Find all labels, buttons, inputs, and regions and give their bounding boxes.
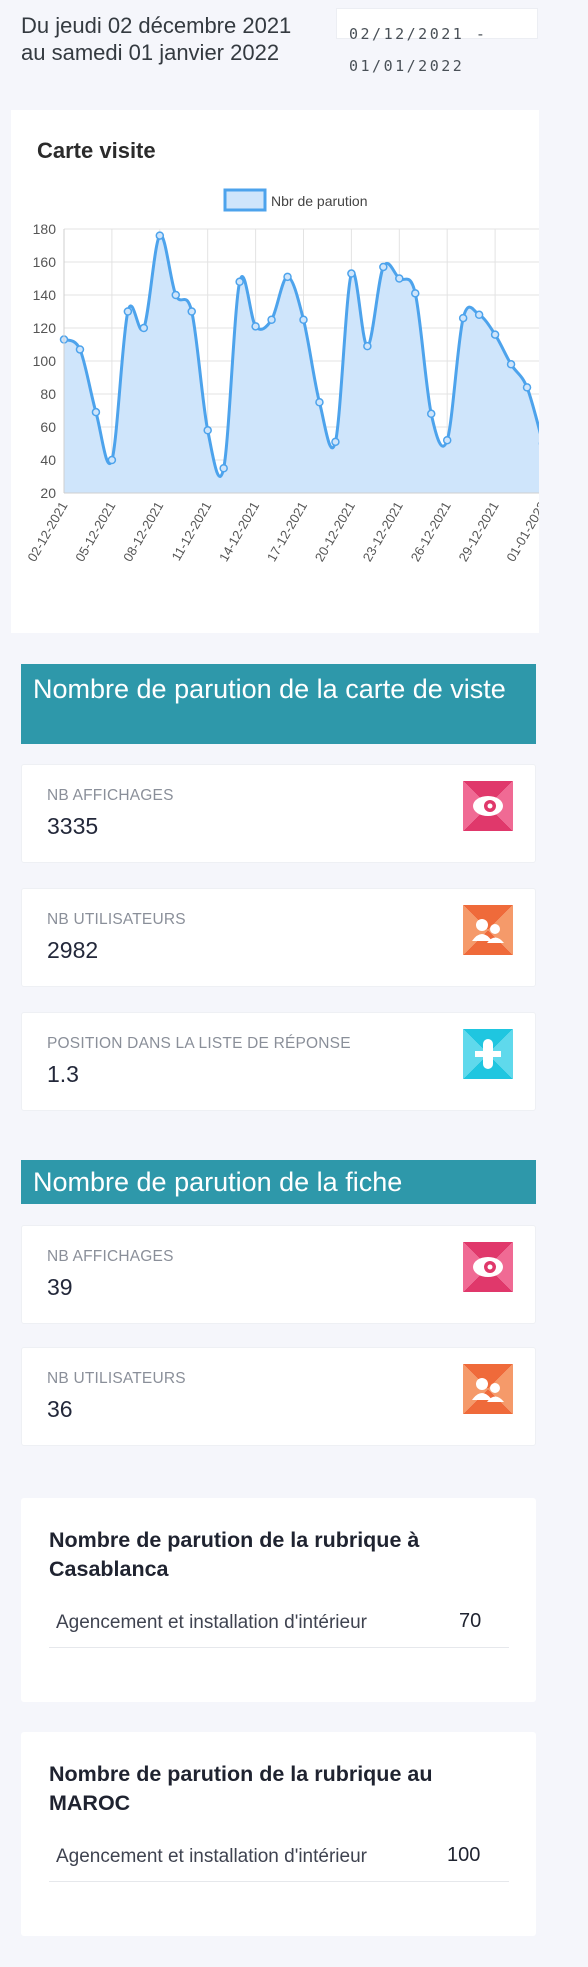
rubrique-value: 100 (447, 1844, 481, 1866)
y-tick-label: 80 (40, 386, 56, 402)
stat-label: NB AFFICHAGES (47, 787, 174, 804)
x-tick-label: 14-12-2021 (216, 499, 262, 564)
x-tick-label: 17-12-2021 (264, 499, 310, 564)
x-tick-label: 20-12-2021 (312, 499, 358, 564)
section-title-fiche: Nombre de parution de la fiche (21, 1160, 536, 1204)
section-title-carte: Nombre de parution de la carte de viste (21, 664, 536, 744)
data-point (395, 274, 404, 283)
stat-label: NB UTILISATEURS (47, 1370, 186, 1387)
stat-label: NB AFFICHAGES (47, 1248, 174, 1265)
date-range-picker[interactable]: 02/12/2021 - 01/01/2022 (336, 8, 538, 75)
page-header: Du jeudi 02 décembre 2021 au samedi 01 j… (0, 0, 588, 104)
data-point (474, 310, 484, 320)
date-range-start: 02/12/2021 - (349, 25, 488, 43)
y-tick-label: 100 (33, 353, 57, 369)
data-point (283, 272, 292, 282)
data-point (123, 307, 133, 316)
data-point (363, 341, 372, 351)
x-tick-label: 26-12-2021 (408, 499, 454, 564)
data-point (203, 426, 212, 435)
x-tick-label: 08-12-2021 (120, 499, 166, 564)
stat-card-carte-affichages: NB AFFICHAGES 3335 (21, 764, 536, 863)
x-tick-label: 11-12-2021 (169, 499, 215, 563)
y-tick-label: 180 (33, 221, 57, 237)
x-tick-label: 23-12-2021 (360, 499, 406, 564)
users-icon (463, 1364, 513, 1414)
data-point (458, 313, 468, 323)
data-point (426, 409, 436, 419)
stat-value: 39 (47, 1274, 73, 1300)
data-point (187, 307, 196, 316)
legend-swatch (223, 188, 267, 212)
stat-label: NB UTILISATEURS (47, 911, 186, 928)
data-point (442, 435, 452, 445)
rubrique-casablanca-title: Nombre de parution de la rubrique à Casa… (49, 1528, 420, 1581)
eye-icon (463, 1242, 513, 1292)
data-point (411, 289, 420, 298)
position-icon (463, 1029, 513, 1079)
stat-value: 1.3 (47, 1061, 79, 1087)
stat-value: 3335 (47, 813, 99, 839)
rubrique-maroc-card: Nombre de parution de la rubrique au MAR… (21, 1732, 536, 1936)
data-point (267, 315, 276, 324)
stat-value: 2982 (47, 937, 99, 963)
data-point (171, 290, 181, 300)
data-point (347, 269, 356, 278)
eye-icon (463, 781, 513, 831)
data-point (75, 345, 85, 354)
data-point (379, 262, 388, 272)
rubrique-casablanca-card: Nombre de parution de la rubrique à Casa… (21, 1498, 536, 1702)
series-area (64, 235, 539, 493)
data-point (490, 330, 500, 339)
parution-chart: 20 40 60 80 100 120 140 160 180 02-12-2021 05-12-2… (24, 188, 539, 564)
data-point (251, 322, 260, 331)
data-point (522, 383, 532, 392)
data-point (91, 407, 101, 417)
users-icon (463, 905, 513, 955)
stat-card-carte-utilisateurs: NB UTILISATEURS 2982 (21, 888, 536, 987)
data-point (315, 398, 324, 407)
stat-value: 36 (47, 1396, 73, 1422)
rubrique-value: 70 (459, 1610, 482, 1632)
rubrique-name: Agencement et installation d'intérieur (56, 1846, 367, 1867)
period-text: Du jeudi 02 décembre 2021 au samedi 01 j… (21, 13, 292, 65)
data-point (155, 231, 165, 240)
y-tick-label: 160 (33, 254, 57, 270)
rubrique-name: Agencement et installation d'intérieur (56, 1612, 367, 1633)
y-tick-label: 140 (33, 287, 57, 303)
rubrique-maroc-title: Nombre de parution de la rubrique au MAR… (49, 1762, 433, 1815)
stat-label: POSITION DANS LA LISTE DE RÉPONSE (47, 1035, 351, 1052)
chart-card: Carte visite 20 40 60 80 100 120 140 160 180 02-1… (11, 110, 539, 633)
data-point (139, 323, 149, 333)
stat-card-fiche-affichages: NB AFFICHAGES 39 (21, 1225, 536, 1324)
stat-card-fiche-utilisateurs: NB UTILISATEURS 36 (21, 1347, 536, 1446)
legend-label: Nbr de parution (271, 193, 368, 209)
table-row: Agencement et installation d'intérieur 1… (49, 1832, 509, 1882)
x-tick-label: 02-12-2021 (24, 499, 70, 564)
table-row: Agencement et installation d'intérieur 7… (49, 1598, 509, 1648)
data-point (219, 464, 228, 473)
data-point (299, 315, 308, 324)
x-tick-label: 05-12-2021 (72, 499, 118, 564)
data-point (107, 455, 117, 465)
y-tick-label: 20 (40, 485, 56, 501)
y-tick-label: 60 (40, 419, 56, 435)
data-point (235, 277, 244, 287)
stat-card-carte-position: POSITION DANS LA LISTE DE RÉPONSE 1.3 (21, 1012, 536, 1111)
data-point (506, 360, 516, 369)
data-point (331, 437, 340, 447)
y-tick-label: 40 (40, 452, 56, 468)
date-range-end: 01/01/2022 (349, 57, 465, 75)
x-tick-label: 01-01-2022 (503, 499, 539, 564)
y-tick-label: 120 (33, 320, 57, 336)
x-tick-label: 29-12-2021 (455, 499, 501, 564)
